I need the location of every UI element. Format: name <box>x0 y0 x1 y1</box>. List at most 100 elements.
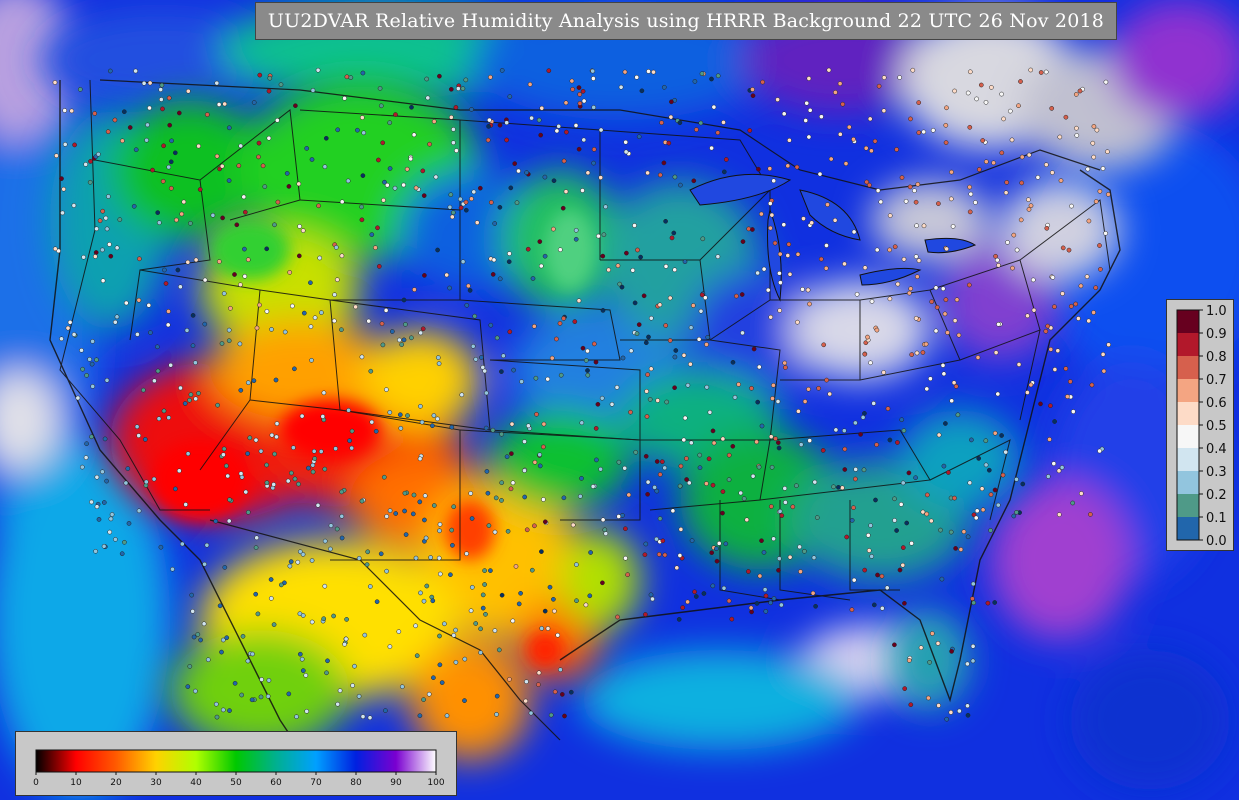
observation-dot <box>709 145 714 151</box>
colorbar-tick-label: 40 <box>190 778 202 788</box>
observation-dot <box>488 74 493 80</box>
observation-dot <box>1047 437 1052 442</box>
observation-dot <box>190 608 196 614</box>
observation-dot <box>1005 240 1010 245</box>
observation-dot <box>750 473 756 479</box>
observation-dot <box>524 527 530 533</box>
observation-dot <box>1067 379 1073 384</box>
observation-dot <box>946 470 951 475</box>
observation-dot <box>343 636 349 642</box>
observation-dot <box>762 587 768 592</box>
observation-dot <box>454 148 459 153</box>
observation-dot <box>577 101 583 106</box>
observation-dot <box>781 222 787 228</box>
observation-dot <box>775 399 781 404</box>
observation-dot <box>598 127 604 133</box>
observation-dot <box>101 543 107 549</box>
observation-dot <box>907 184 913 190</box>
observation-dot <box>933 285 939 291</box>
observation-dot <box>306 465 311 471</box>
observation-dot <box>942 311 948 317</box>
observation-dot <box>114 314 120 320</box>
observation-dot <box>113 537 118 542</box>
observation-dot <box>591 160 596 166</box>
observation-dot <box>508 486 514 492</box>
observation-dot <box>242 246 247 252</box>
observation-dot <box>253 591 259 597</box>
observation-dot <box>636 322 642 327</box>
observation-dot <box>685 599 690 605</box>
observation-dot <box>832 217 838 223</box>
observation-dot <box>266 678 272 683</box>
observation-dot <box>914 274 920 280</box>
observation-dot <box>107 68 113 74</box>
observation-dot <box>615 263 621 269</box>
observation-dot <box>468 608 474 614</box>
observation-dot <box>976 167 982 172</box>
observation-dot <box>482 568 487 573</box>
observation-dot <box>599 395 605 401</box>
observation-dot <box>849 607 855 613</box>
observation-dot <box>232 272 237 277</box>
observation-dot <box>970 581 976 587</box>
observation-dot <box>96 151 101 157</box>
observation-dot <box>740 239 746 244</box>
observation-dot <box>806 76 812 81</box>
observation-dot <box>633 449 639 455</box>
observation-dot <box>220 215 225 221</box>
observation-dot <box>591 341 597 347</box>
observation-dot <box>420 168 426 174</box>
observation-dot <box>587 593 593 599</box>
observation-dot <box>601 232 607 238</box>
observation-dot <box>899 417 905 423</box>
observation-dot <box>994 257 1000 263</box>
observation-dot <box>738 490 744 496</box>
observation-dot <box>84 373 89 378</box>
observation-dot <box>463 77 469 83</box>
observation-dot <box>795 319 800 325</box>
observation-dot <box>425 95 431 101</box>
observation-dot <box>714 546 719 551</box>
observation-dot <box>433 174 439 180</box>
observation-dot <box>685 382 691 388</box>
observation-dot <box>577 92 583 97</box>
observation-dot <box>59 336 64 342</box>
observation-dot <box>842 467 848 472</box>
observation-dot <box>107 242 112 247</box>
observation-dot <box>660 538 666 544</box>
observation-dot <box>151 476 157 482</box>
observation-dot <box>1060 291 1065 296</box>
observation-dot <box>913 475 918 481</box>
observation-dot <box>309 357 314 363</box>
observation-dot <box>257 302 262 308</box>
observation-dot <box>690 303 696 308</box>
observation-dot <box>531 323 537 329</box>
observation-dot <box>844 534 850 540</box>
observation-dot <box>264 246 270 252</box>
observation-dot <box>590 68 596 74</box>
observation-dot <box>193 360 198 366</box>
observation-dot <box>266 135 272 141</box>
observation-dot <box>790 504 796 510</box>
observation-dot <box>397 412 403 418</box>
observation-dot <box>499 480 505 486</box>
observation-dot <box>536 670 542 676</box>
observation-dot <box>916 258 922 263</box>
observation-dot <box>669 235 675 241</box>
observation-dot <box>322 538 328 544</box>
observation-dot <box>449 527 455 533</box>
observation-dot <box>510 480 516 486</box>
observation-dot <box>417 499 423 505</box>
observation-dot <box>1016 103 1021 109</box>
observation-dot <box>430 423 435 429</box>
observation-dot <box>491 257 497 263</box>
observation-dot <box>556 123 562 129</box>
observation-dot <box>453 105 459 110</box>
observation-dot <box>484 469 490 474</box>
observation-dot <box>965 90 971 96</box>
observation-dot <box>583 602 589 608</box>
observation-dot <box>892 244 898 250</box>
observation-dot <box>310 469 316 475</box>
observation-dot <box>367 584 373 589</box>
observation-dot <box>671 230 677 236</box>
